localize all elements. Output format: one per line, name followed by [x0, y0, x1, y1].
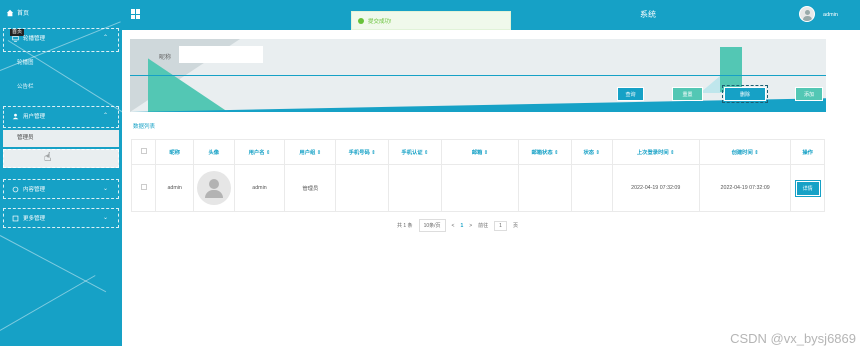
column-header[interactable]: 状态 ⇕ [570, 139, 613, 165]
chevron-down-icon: ⌄ [102, 186, 108, 192]
column-header[interactable]: 手机认证 ⇕ [388, 139, 442, 165]
next-page-button[interactable]: > [469, 223, 472, 229]
table-row: admin admin 管理员 2022-04-19 07:32:09 2022… [130, 164, 825, 212]
divider [130, 75, 826, 76]
column-header[interactable]: 用户名 ⇕ [233, 139, 286, 165]
goto-page-input[interactable]: 1 [494, 220, 507, 231]
monitor-icon [12, 35, 19, 42]
column-header: 昵称 [155, 139, 194, 165]
menu-group-more[interactable]: 更多管理 ⌄ [3, 208, 119, 228]
menu-group-users[interactable]: 用户管理 ⌃ [3, 106, 119, 128]
delete-button[interactable]: 删除 [722, 85, 768, 103]
nickname-search-input[interactable] [179, 46, 263, 63]
goto-suffix: 页 [512, 223, 518, 229]
select-all-checkbox[interactable] [140, 148, 147, 154]
username-cell: admin [233, 164, 286, 212]
group-cell: 管理员 [284, 164, 337, 212]
created-cell: 2022-04-19 07:32:09 [698, 164, 792, 212]
decor-shape [720, 47, 742, 92]
last-login-cell: 2022-04-19 07:32:09 [611, 164, 700, 212]
menu-label: 用户管理 [23, 114, 46, 120]
menu-grid-icon[interactable] [131, 9, 141, 19]
watermark: CSDN @vx_bysj6869 [730, 331, 856, 346]
total-count: 共 1 条 [397, 223, 413, 229]
home-link[interactable]: 首页 [6, 8, 29, 17]
chevron-up-icon: ⌃ [102, 35, 108, 41]
column-header: 操作 [790, 139, 825, 165]
square-icon [12, 215, 19, 221]
pagination: 共 1 条 10条/页 < 1 > 前往 1 页 [397, 219, 518, 232]
column-header[interactable]: 手机号码 ⇕ [335, 139, 390, 165]
home-icon [6, 9, 14, 16]
prev-page-button[interactable]: < [452, 223, 455, 229]
query-button[interactable]: 查询 [617, 87, 644, 101]
avatar-cell [192, 164, 235, 212]
chevron-down-icon: ⌄ [102, 215, 108, 221]
nickname-cell: admin [155, 164, 194, 212]
page-size-select[interactable]: 10条/页 [418, 219, 446, 232]
email-cell [440, 164, 520, 212]
menu-head-carousel[interactable]: 轮播管理 ⌃ [4, 29, 118, 47]
home-label: 首页 [17, 11, 30, 17]
detail-button[interactable]: 详情 [794, 179, 821, 197]
column-header[interactable]: 邮箱 ⇕ [440, 139, 520, 165]
select-all-cell[interactable] [130, 139, 157, 165]
menu-head-more[interactable]: 更多管理 ⌄ [4, 209, 118, 227]
add-button[interactable]: 添加 [795, 87, 823, 101]
avatar [196, 171, 231, 205]
app-title: 系统 [640, 10, 656, 19]
table-header-row: 昵称 头像 用户名 ⇕ 用户组 ⇕ 手机号码 ⇕ 手机认证 ⇕ 邮箱 ⇕ 邮箱状… [130, 139, 825, 165]
menu-head-content[interactable]: 内容管理 ⌄ [4, 180, 118, 198]
sidebar-item-highlight [3, 149, 119, 168]
sidebar-item-admin[interactable]: 管理员 [3, 130, 119, 147]
menu-group-content[interactable]: 内容管理 ⌄ [3, 179, 119, 199]
column-header[interactable]: 创建时间 ⇕ [698, 139, 792, 165]
column-header[interactable]: 上次登录时间 ⇕ [611, 139, 700, 165]
data-list-title: 数据列表 [133, 124, 156, 130]
check-circle-icon [358, 17, 364, 24]
decor-line [0, 275, 96, 331]
user-name[interactable]: admin [823, 12, 838, 18]
sidebar: 首页 首页 轮播管理 ⌃ 轮播图 公告栏 用户管理 ⌃ 管理员 ☝ 内容管理 ⌄ [0, 0, 122, 346]
sidebar-item-notice[interactable]: 公告栏 [3, 77, 119, 97]
chevron-up-icon: ⌃ [102, 113, 108, 119]
data-table: 昵称 头像 用户名 ⇕ 用户组 ⇕ 手机号码 ⇕ 手机认证 ⇕ 邮箱 ⇕ 邮箱状… [130, 139, 825, 212]
menu-head-users[interactable]: 用户管理 ⌃ [4, 107, 118, 125]
row-checkbox[interactable] [140, 184, 147, 190]
goto-prefix: 前往 [478, 223, 489, 229]
menu-label: 轮播管理 [23, 36, 46, 42]
reset-button[interactable]: 重置 [672, 87, 703, 101]
current-page[interactable]: 1 [460, 223, 463, 229]
menu-label: 更多管理 [23, 216, 46, 222]
toast-message: 提交成功! [368, 18, 392, 25]
row-select-cell[interactable] [130, 164, 157, 212]
column-header: 头像 [192, 139, 235, 165]
avatar[interactable] [799, 6, 815, 22]
phone-cell [335, 164, 390, 212]
action-cell: 详情 [790, 164, 825, 212]
success-toast: 提交成功! [351, 11, 511, 30]
email-status-cell [518, 164, 572, 212]
hand-cursor-icon: ☝ [44, 150, 52, 164]
user-icon [12, 113, 19, 119]
menu-group-carousel[interactable]: 轮播管理 ⌃ [3, 28, 119, 52]
search-label: 昵称 [159, 55, 172, 61]
phone-verified-cell [388, 164, 442, 212]
menu-label: 内容管理 [23, 187, 46, 193]
column-header[interactable]: 邮箱状态 ⇕ [518, 139, 572, 165]
circle-icon [12, 186, 19, 192]
status-cell [570, 164, 613, 212]
sidebar-item-carousel-image[interactable]: 轮播图 [3, 53, 119, 73]
column-header[interactable]: 用户组 ⇕ [284, 139, 337, 165]
decor-line [0, 235, 107, 293]
